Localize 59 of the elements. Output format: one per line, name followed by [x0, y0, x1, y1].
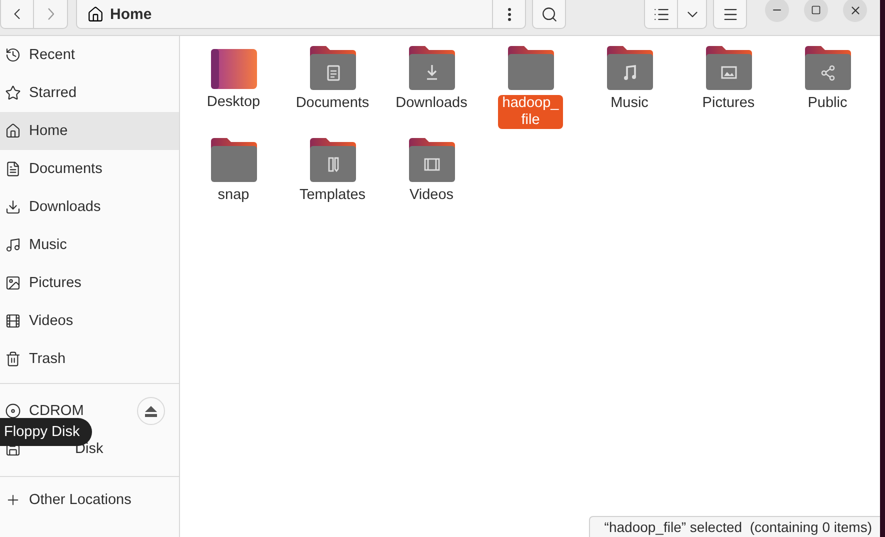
disc-icon — [5, 403, 21, 419]
file-name[interactable]: Music — [606, 95, 652, 112]
search-icon — [540, 6, 558, 22]
home-icon — [5, 123, 21, 139]
home-icon — [87, 6, 104, 22]
forward-icon — [48, 8, 54, 20]
close-button[interactable] — [843, 0, 867, 22]
document-icon — [5, 161, 21, 177]
search-button[interactable] — [532, 0, 566, 29]
ruler-folder-icon — [310, 138, 356, 182]
share-folder-icon — [804, 46, 850, 90]
more-options-button[interactable] — [492, 0, 526, 29]
maximize-button[interactable] — [804, 0, 828, 22]
file-name[interactable]: Desktop — [202, 94, 264, 111]
sidebar-item[interactable]: Recent — [0, 36, 179, 74]
film-folder-icon — [408, 138, 454, 182]
sidebar-item-label: CDROM — [29, 403, 84, 419]
clock-icon — [5, 47, 21, 63]
image-icon — [5, 275, 21, 291]
film-icon — [5, 313, 21, 329]
file-name[interactable]: snap — [214, 187, 254, 204]
menu-button[interactable] — [713, 0, 747, 29]
path-label: Home — [110, 6, 152, 22]
sidebar-item[interactable]: Documents — [0, 150, 179, 188]
sidebar-item[interactable]: Pictures — [0, 264, 179, 302]
sidebar-item[interactable]: Starred — [0, 74, 179, 112]
status-bar: “hadoop_file” selected (containing 0 items) — [589, 516, 880, 537]
eject-icon — [145, 406, 157, 416]
sidebar-item[interactable]: Home — [0, 112, 179, 150]
file-name[interactable]: Documents — [292, 95, 374, 112]
desktop-folder-icon — [210, 49, 256, 89]
music-note-icon — [5, 237, 21, 253]
sidebar-item[interactable]: Trash — [0, 340, 179, 378]
image-folder-icon — [706, 46, 752, 90]
plus-icon — [5, 492, 21, 508]
more-icon — [508, 8, 510, 20]
close-icon — [848, 4, 862, 16]
file-name[interactable]: Downloads — [392, 95, 472, 112]
file-name[interactable]: hadoop_ file — [498, 95, 563, 129]
star-icon — [5, 85, 21, 101]
path-bar[interactable]: Home — [76, 0, 492, 29]
file-name[interactable]: Templates — [295, 187, 370, 204]
document-folder-icon — [310, 46, 356, 90]
download-folder-icon — [408, 46, 454, 90]
sidebar-item[interactable]: Other Locations — [0, 481, 179, 519]
music-folder-icon — [606, 46, 652, 90]
file-name[interactable]: Pictures — [698, 95, 759, 112]
file-name[interactable]: Public — [804, 95, 852, 112]
download-icon — [5, 199, 21, 215]
sidebar-item[interactable]: Downloads — [0, 188, 179, 226]
sidebar-item[interactable]: Music — [0, 226, 179, 264]
list-view-button[interactable] — [644, 0, 678, 29]
sidebar-item[interactable]: Videos — [0, 302, 179, 340]
folder-icon — [210, 138, 256, 182]
eject-button[interactable] — [137, 397, 165, 425]
file-name[interactable]: Videos — [405, 187, 458, 204]
maximize-icon — [811, 5, 821, 15]
folder-icon — [508, 46, 554, 90]
trash-icon — [5, 351, 21, 367]
